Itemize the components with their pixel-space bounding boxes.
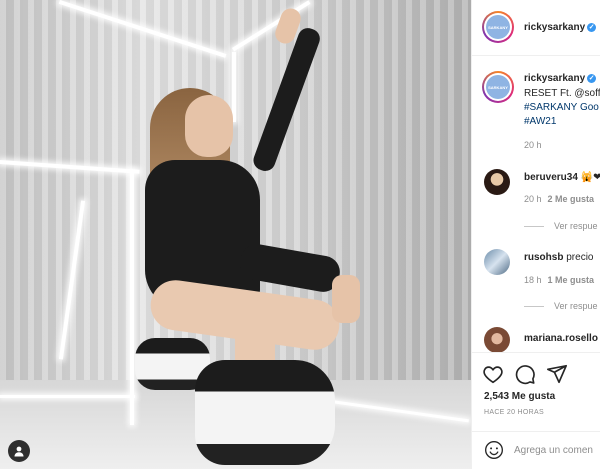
instagram-post-modal: SARKANY rickysarkany ✓ SARKANY rickysarka… — [0, 0, 600, 469]
caption-hashtag[interactable]: #AW21 — [524, 115, 556, 128]
light-bar — [130, 170, 134, 425]
comment-likes[interactable]: 2 Me gusta — [548, 194, 595, 204]
comment-likes[interactable]: 1 Me gusta — [548, 275, 595, 285]
post-header: SARKANY rickysarkany ✓ — [472, 0, 600, 56]
comment-time[interactable]: 20 h — [524, 194, 542, 204]
view-replies-button[interactable]: Ver respue — [524, 301, 598, 311]
caption-hashtag-line[interactable]: #SARKANY Goo — [524, 101, 599, 114]
caption-text: RESET Ft. @soffi — [524, 88, 600, 99]
sneaker-front — [195, 360, 335, 465]
comment-text: 🙀❤ — [580, 172, 600, 183]
post-actions: 2,543 Me gusta HACE 20 HORAS — [472, 352, 600, 432]
author-avatar[interactable]: SARKANY — [482, 11, 514, 43]
comment-item: mariana.rosello — [524, 333, 598, 344]
light-bar — [232, 52, 236, 122]
add-comment-bar — [472, 431, 600, 469]
caption-avatar[interactable]: SARKANY — [482, 71, 514, 103]
avatar-logo-text: SARKANY — [486, 75, 510, 99]
model-face — [185, 95, 233, 157]
comment-username[interactable]: beruveru34 — [524, 172, 578, 183]
caption-username-text: rickysarkany — [524, 73, 586, 84]
view-replies-label: Ver respue — [554, 221, 598, 231]
user-tag-icon[interactable] — [8, 440, 30, 462]
comment-meta: 18 h 1 Me gusta — [524, 275, 594, 285]
light-bar — [0, 395, 135, 398]
avatar-logo-text: SARKANY — [486, 15, 510, 39]
view-replies-label: Ver respue — [554, 301, 598, 311]
replies-divider — [524, 306, 544, 308]
caption-username[interactable]: rickysarkany ✓ — [524, 73, 597, 84]
post-timestamp[interactable]: HACE 20 HORAS — [484, 409, 544, 416]
caption-time[interactable]: 20 h — [524, 140, 542, 150]
post-sidebar: SARKANY rickysarkany ✓ SARKANY rickysarka… — [471, 0, 600, 469]
model-hand — [332, 275, 360, 323]
comment-meta: 20 h 2 Me gusta — [524, 194, 594, 204]
caption-line: RESET Ft. @soffi — [524, 87, 600, 100]
view-replies-button[interactable]: Ver respue — [524, 221, 598, 231]
verified-badge-icon: ✓ — [587, 22, 597, 32]
comment-icon[interactable] — [514, 363, 536, 385]
heart-icon[interactable] — [482, 363, 504, 385]
commenter-avatar[interactable] — [484, 327, 510, 352]
share-icon[interactable] — [546, 363, 568, 385]
comment-username[interactable]: rusohsb — [524, 252, 563, 263]
comment-item: beruveru34 🙀❤ — [524, 172, 600, 183]
comment-input[interactable] — [514, 441, 600, 459]
hashtag-aw21[interactable]: #AW21 — [524, 116, 556, 127]
comment-item: rusohsb precio — [524, 252, 593, 263]
caption-hashtags[interactable]: #SARKANY Goo — [524, 102, 599, 113]
commenter-avatar[interactable] — [484, 249, 510, 275]
replies-divider — [524, 226, 544, 228]
author-username[interactable]: rickysarkany ✓ — [524, 22, 597, 33]
comment-username[interactable]: mariana.rosello — [524, 333, 598, 344]
verified-badge-icon: ✓ — [587, 73, 597, 83]
comment-text: precio — [566, 252, 594, 263]
comment-time[interactable]: 18 h — [524, 275, 542, 285]
commenter-avatar[interactable] — [484, 169, 510, 195]
post-photo[interactable] — [0, 0, 471, 469]
author-username-text: rickysarkany — [524, 22, 586, 33]
emoji-icon[interactable] — [484, 440, 504, 460]
comments-scroll-area[interactable]: SARKANY rickysarkany ✓ RESET Ft. @soffi #… — [472, 57, 600, 352]
likes-count[interactable]: 2,543 Me gusta — [484, 391, 555, 402]
